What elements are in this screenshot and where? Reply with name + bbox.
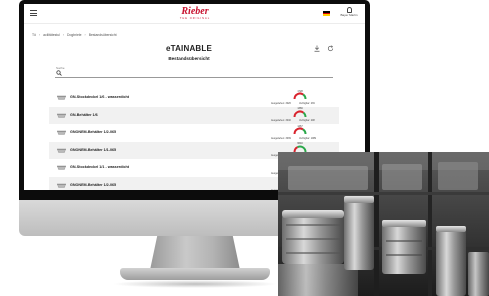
stat-issued: Ausgeliehen: 3040 xyxy=(271,119,291,122)
breadcrumb-separator-icon: › xyxy=(38,33,41,37)
gauge-arc-free xyxy=(302,128,307,135)
gauge-arc-used xyxy=(293,92,304,100)
app-header: Rieber THE ORIGINAL Bayer Martin xyxy=(24,4,365,24)
stock-gauge xyxy=(293,127,307,135)
user-name: Bayer Martin xyxy=(340,13,358,17)
search-input[interactable] xyxy=(55,69,333,78)
breadcrumb-separator-icon: › xyxy=(62,33,65,37)
stock-item-name: GN-Behälter 1/6 xyxy=(70,112,98,117)
breadcrumb-item-current: Bestandsübersicht xyxy=(88,33,117,37)
monitor-stand-foot xyxy=(120,268,270,280)
stat-available: Verfügbar: 239 xyxy=(299,101,315,105)
breadcrumb-item-level-1[interactable]: acilitätestul xyxy=(43,33,60,37)
stat-available: Verfügbar: 1089 xyxy=(299,136,317,140)
breadcrumb-separator-icon: › xyxy=(84,33,86,37)
user-menu[interactable]: Bayer Martin xyxy=(338,7,360,17)
breadcrumb-item-home[interactable]: Tö xyxy=(32,33,36,37)
stat-available: Verfügbar: 208 xyxy=(299,119,315,122)
stat-issued: Ausgeliehen: 3039 xyxy=(271,136,291,140)
monitor-stand-neck xyxy=(150,236,240,270)
stat-issued: Ausgeliehen: 3026 xyxy=(271,101,291,105)
gauge-arc-free xyxy=(302,111,307,117)
kitchen-shelf-photo xyxy=(278,152,489,296)
stock-row[interactable]: GN-Behälter 1/6 1366 Ausgeliehen: 3040 Verf… xyxy=(49,106,339,124)
gauge-arc-used xyxy=(293,127,304,135)
gauge-arc-used xyxy=(293,110,305,117)
breadcrumb: Tö › acilitätestul › Dogbriele › Bestandsübers… xyxy=(32,33,117,37)
logo-wordmark: Rieber xyxy=(181,6,209,17)
stock-row[interactable]: GN-Stockdeckel 1/6 - wasserdicht 1728 Ausg… xyxy=(49,89,339,106)
stock-item-name: GN-Stockdeckel 1/6 - wasserdicht xyxy=(70,95,130,99)
page-title: Bestandsübersicht xyxy=(168,56,210,61)
gauge-arc-used xyxy=(293,145,299,152)
flag-stripe-gold xyxy=(323,14,330,16)
stock-gauge xyxy=(293,92,307,100)
gauge-arc-free xyxy=(302,93,307,100)
stock-item-name: GN-Stockdeckel 1/1 - wasserdicht xyxy=(70,165,130,169)
stock-item-name: GNONEM-Behälter 1/1-065 xyxy=(70,147,117,152)
gn-container-icon xyxy=(57,183,66,188)
page-brand-title: eTAINABLE xyxy=(165,44,213,53)
monitor-stand-shadow xyxy=(112,280,278,288)
gn-container-icon xyxy=(57,148,66,153)
gn-container-icon xyxy=(57,95,66,100)
german-flag-icon[interactable] xyxy=(323,11,330,16)
breadcrumb-item-level-2[interactable]: Dogbriele xyxy=(67,33,82,37)
gauge-arc-free xyxy=(297,145,307,152)
stock-item-name: GNONEM-Behälter 1/2-065 xyxy=(70,130,117,134)
gn-container-icon xyxy=(57,130,66,135)
rieber-logo[interactable]: Rieber THE ORIGINAL xyxy=(171,6,219,21)
stock-item-name: GNONEM-Behälter 1/2-065 xyxy=(70,182,117,187)
download-icon[interactable] xyxy=(314,45,320,52)
hamburger-menu-icon[interactable] xyxy=(30,10,37,16)
gn-container-icon xyxy=(57,165,66,170)
logo-tagline: THE ORIGINAL xyxy=(179,17,211,20)
refresh-icon[interactable] xyxy=(327,45,334,52)
stock-row[interactable]: GNONEM-Behälter 1/2-065 1467 Ausgeliehen: … xyxy=(49,124,339,141)
stock-gauge xyxy=(293,110,307,117)
gn-container-icon xyxy=(57,113,66,118)
search-icon xyxy=(56,70,62,76)
